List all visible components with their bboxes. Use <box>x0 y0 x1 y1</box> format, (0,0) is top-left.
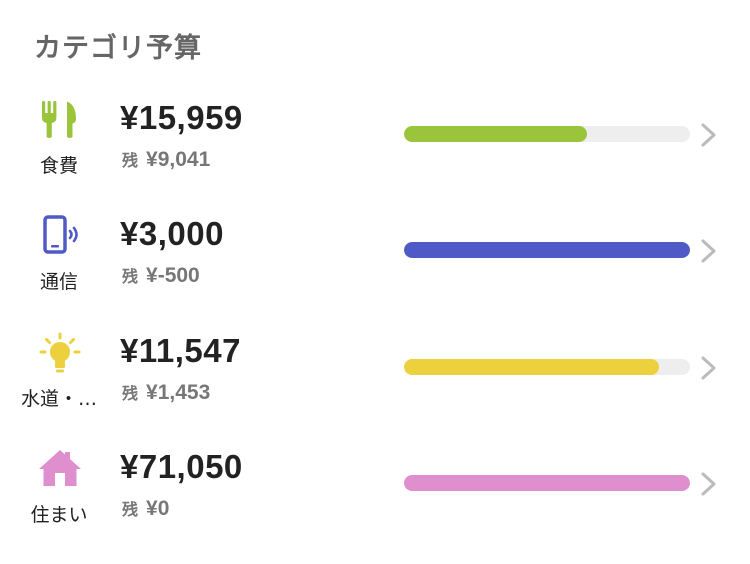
category-row-communication[interactable]: 通信 ¥3,000 残 ¥-500 <box>0 215 750 331</box>
remaining-amount: 残 ¥-500 <box>122 263 200 288</box>
category-row-utilities[interactable]: 水道・… ¥11,547 残 ¥1,453 <box>0 332 750 448</box>
lightbulb-icon <box>36 332 84 380</box>
chevron-right-icon[interactable] <box>700 471 718 497</box>
remaining-value: ¥0 <box>146 497 170 520</box>
house-icon <box>36 448 84 496</box>
remaining-label: 残 <box>122 267 139 286</box>
budget-progress-fill <box>404 359 659 375</box>
spent-amount: ¥15,959 <box>120 99 243 136</box>
section-title: カテゴリ予算 <box>34 33 202 64</box>
spent-amount: ¥11,547 <box>120 332 241 369</box>
budget-progress-fill <box>404 126 588 142</box>
category-label: 水道・… <box>20 388 97 410</box>
chevron-right-icon[interactable] <box>700 238 718 264</box>
budget-progress-bar <box>404 242 690 258</box>
remaining-amount: 残 ¥9,041 <box>122 147 210 172</box>
category-label: 通信 <box>39 271 78 293</box>
budget-progress-fill <box>404 242 690 258</box>
remaining-value: ¥1,453 <box>146 381 211 404</box>
fork-knife-icon <box>36 99 84 147</box>
remaining-amount: 残 ¥0 <box>122 496 169 521</box>
budget-progress-fill <box>404 475 690 491</box>
spent-amount: ¥3,000 <box>120 215 224 252</box>
remaining-label: 残 <box>122 384 139 403</box>
chevron-right-icon[interactable] <box>700 355 718 381</box>
remaining-value: ¥-500 <box>146 264 200 287</box>
category-label: 住まい <box>30 504 88 526</box>
chevron-right-icon[interactable] <box>700 122 718 148</box>
remaining-value: ¥9,041 <box>146 148 211 171</box>
budget-progress-bar <box>404 475 690 491</box>
remaining-label: 残 <box>122 500 139 519</box>
budget-progress-bar <box>404 359 690 375</box>
remaining-label: 残 <box>122 151 139 170</box>
remaining-amount: 残 ¥1,453 <box>122 380 210 405</box>
spent-amount: ¥71,050 <box>120 448 243 485</box>
budget-progress-bar <box>404 126 690 142</box>
category-row-food[interactable]: 食費 ¥15,959 残 ¥9,041 <box>0 99 750 215</box>
smartphone-icon <box>36 215 84 263</box>
category-label: 食費 <box>39 155 78 177</box>
